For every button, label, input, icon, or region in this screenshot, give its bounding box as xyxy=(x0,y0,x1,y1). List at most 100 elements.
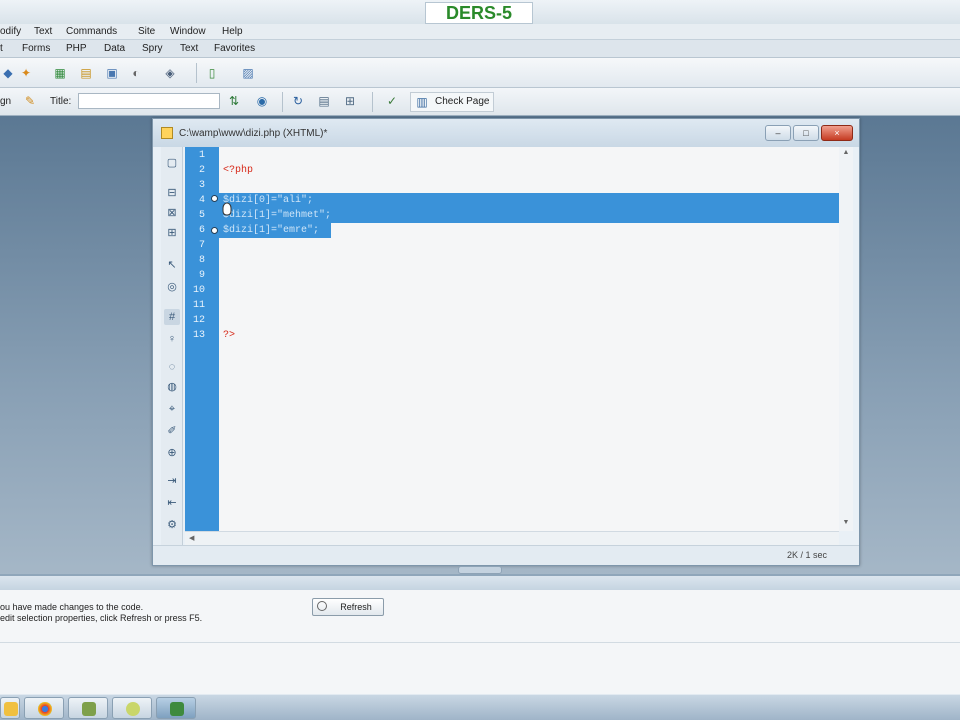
title-input[interactable] xyxy=(78,93,220,109)
taskbar-item-chrome[interactable] xyxy=(24,697,64,719)
head-icon[interactable]: ◈ xyxy=(162,65,178,81)
panel-resize-gripper[interactable] xyxy=(458,566,502,574)
wrap-tag-icon[interactable]: ⌖ xyxy=(164,401,180,417)
lesson-badge: DERS-5 xyxy=(425,2,533,24)
file-management-icon[interactable]: ⇅ xyxy=(226,93,242,109)
fold-marker-icon[interactable] xyxy=(211,195,218,202)
menu-modify[interactable]: odify xyxy=(0,26,21,37)
document-title-bar[interactable]: C:\wamp\www\dizi.php (XHTML)* – □ × xyxy=(153,119,859,147)
check-page-button[interactable]: ▥ Check Page xyxy=(410,92,495,112)
close-button[interactable]: × xyxy=(821,125,853,141)
menu-window[interactable]: Window xyxy=(170,26,206,37)
code-line: ?> xyxy=(223,330,236,341)
code-line: <?php xyxy=(223,165,254,176)
line-number: 13 xyxy=(192,330,205,341)
template-icon[interactable]: ▯ xyxy=(204,65,220,81)
format-source-icon[interactable]: ⚙ xyxy=(164,517,180,533)
refresh-button[interactable]: Refresh xyxy=(312,598,384,616)
tag-chooser-icon[interactable]: ▨ xyxy=(240,65,256,81)
coding-toolbar: ▢ ⊟ ⊠ ⊞ ↖ ◎ # ♀ ◌ ◍ ⌖ ✐ ⊕ ⇥ ⇤ ⚙ xyxy=(161,147,183,559)
tab-data[interactable]: Data xyxy=(104,43,125,54)
code-line: $dizi[1]="mehmet"; xyxy=(223,210,332,221)
tab-text[interactable]: Text xyxy=(180,43,198,54)
collapse-tag-icon[interactable]: ⊟ xyxy=(164,185,180,201)
tab-layout[interactable]: t xyxy=(0,43,3,54)
menu-site[interactable]: Site xyxy=(138,26,155,37)
tab-favorites[interactable]: Favorites xyxy=(214,43,255,54)
tab-spry[interactable]: Spry xyxy=(142,43,163,54)
line-number: 6 xyxy=(198,225,205,236)
menu-bar: odify Text Commands Site Window Help xyxy=(0,24,960,40)
scroll-up-icon[interactable]: ▲ xyxy=(839,149,853,156)
vertical-scrollbar[interactable]: ▲ ▼ xyxy=(839,147,853,531)
taskbar-item-app[interactable] xyxy=(68,697,108,719)
design-view-icon[interactable]: ✎ xyxy=(22,93,38,109)
validate-markup-icon[interactable]: ✓ xyxy=(384,93,400,109)
minimize-button[interactable]: – xyxy=(765,125,791,141)
balance-braces-icon[interactable]: ◎ xyxy=(164,279,180,295)
scroll-left-icon[interactable]: ◀ xyxy=(189,534,194,542)
chrome-icon xyxy=(38,702,52,716)
refresh-icon[interactable]: ↻ xyxy=(290,93,306,109)
line-number: 5 xyxy=(198,210,205,221)
line-number: 3 xyxy=(198,180,205,191)
message-line: ou have made changes to the code. xyxy=(0,602,144,612)
line-number: 1 xyxy=(198,150,205,161)
menu-help[interactable]: Help xyxy=(222,26,243,37)
anchor-icon[interactable]: ✦ xyxy=(18,65,34,81)
outdent-code-icon[interactable]: ⇤ xyxy=(164,495,180,511)
hyperlink-icon[interactable]: ◆ xyxy=(0,65,16,81)
line-number: 9 xyxy=(198,270,205,281)
zoom-icon[interactable]: ⊕ xyxy=(164,445,180,461)
document-toolbar: gn ✎ Title: ⇅ ◉ ↻ ▤ ⊞ ✓ ▥ Check Page xyxy=(0,88,960,116)
tab-forms[interactable]: Forms xyxy=(22,43,50,54)
remove-comment-icon[interactable]: ◍ xyxy=(164,379,180,395)
line-number: 12 xyxy=(192,315,205,326)
app-icon xyxy=(82,702,96,716)
media-icon[interactable]: ◐ xyxy=(128,65,144,81)
image-icon[interactable]: ▣ xyxy=(104,65,120,81)
app-icon xyxy=(126,702,140,716)
tab-php[interactable]: PHP xyxy=(66,43,87,54)
code-editor[interactable]: <?php $dizi[0]="ali"; $dizi[1]="mehmet";… xyxy=(219,147,839,531)
recent-snippets-icon[interactable]: ✐ xyxy=(164,423,180,439)
table-icon[interactable]: ▦ xyxy=(52,65,68,81)
horizontal-scrollbar[interactable]: ◀ xyxy=(185,531,839,545)
taskbar-item-explorer[interactable] xyxy=(0,697,20,719)
insert-bar: t Forms PHP Data Spry Text Favorites xyxy=(0,40,960,58)
design-view-label[interactable]: gn xyxy=(0,96,11,107)
properties-panel-header[interactable] xyxy=(0,576,960,590)
menu-text[interactable]: Text xyxy=(34,26,52,37)
taskbar-item-app[interactable] xyxy=(112,697,152,719)
toolbar-separator xyxy=(196,63,197,83)
expand-all-icon[interactable]: ⊞ xyxy=(164,225,180,241)
code-line: $dizi[1]="emre"; xyxy=(223,225,320,236)
view-options-icon[interactable]: ▤ xyxy=(316,93,332,109)
highlight-invalid-icon[interactable]: ♀ xyxy=(164,331,180,347)
download-size-status: 2K / 1 sec xyxy=(786,550,827,560)
indent-code-icon[interactable]: ⇥ xyxy=(164,473,180,489)
refresh-label: Refresh xyxy=(340,602,372,612)
document-status-bar: 2K / 1 sec xyxy=(153,545,859,565)
line-numbers-icon[interactable]: # xyxy=(164,309,180,325)
select-parent-tag-icon[interactable]: ↖ xyxy=(164,257,180,273)
menu-commands[interactable]: Commands xyxy=(66,26,117,37)
div-icon[interactable]: ▤ xyxy=(78,65,94,81)
top-banner: DERS-5 xyxy=(0,0,960,24)
fold-marker-icon[interactable] xyxy=(211,227,218,234)
line-number: 11 xyxy=(192,300,205,311)
dreamweaver-icon xyxy=(170,702,184,716)
preview-browser-icon[interactable]: ◉ xyxy=(254,93,270,109)
line-number: 10 xyxy=(192,285,205,296)
scroll-down-icon[interactable]: ▼ xyxy=(839,519,853,526)
message-line: edit selection properties, click Refresh… xyxy=(0,613,203,623)
maximize-button[interactable]: □ xyxy=(793,125,819,141)
collapse-selection-icon[interactable]: ⊠ xyxy=(164,205,180,221)
visual-aids-icon[interactable]: ⊞ xyxy=(342,93,358,109)
taskbar-item-dreamweaver[interactable] xyxy=(156,697,196,719)
apply-comment-icon[interactable]: ◌ xyxy=(164,359,180,375)
toolbar-separator xyxy=(282,92,283,112)
open-documents-icon[interactable]: ▢ xyxy=(164,155,180,171)
toolbar-separator xyxy=(372,92,373,112)
refresh-icon xyxy=(317,601,327,611)
